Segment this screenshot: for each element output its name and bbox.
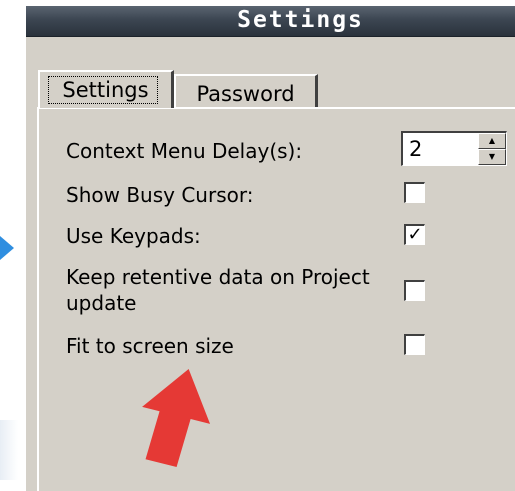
- context-menu-delay-label: Context Menu Delay(s):: [66, 139, 303, 163]
- keep-retentive-label-line2: update: [66, 291, 137, 315]
- context-menu-delay-value[interactable]: 2: [409, 137, 422, 161]
- show-busy-cursor-label: Show Busy Cursor:: [66, 183, 254, 207]
- red-arrow-shape: [142, 369, 210, 468]
- spin-up-icon[interactable]: ▲: [478, 133, 506, 149]
- keep-retentive-checkbox[interactable]: [404, 280, 425, 301]
- checkmark-icon: ✓: [407, 224, 423, 245]
- title-bar[interactable]: Settings: [26, 6, 515, 37]
- keep-retentive-label-line1: Keep retentive data on Project: [66, 265, 370, 289]
- use-keypads-checkbox[interactable]: ✓: [404, 224, 425, 245]
- spin-down-icon[interactable]: ▼: [478, 149, 506, 165]
- spin-buttons: ▲ ▼: [478, 133, 506, 165]
- context-menu-delay-spinner[interactable]: 2 ▲ ▼: [401, 131, 507, 166]
- fit-to-screen-label: Fit to screen size: [66, 334, 234, 358]
- red-arrow-icon: [142, 369, 210, 468]
- use-keypads-label: Use Keypads:: [66, 224, 201, 248]
- tab-settings-label: Settings: [62, 78, 149, 102]
- tab-password[interactable]: Password: [174, 74, 318, 107]
- fit-to-screen-checkbox[interactable]: [404, 334, 425, 355]
- window-title: Settings: [237, 7, 364, 33]
- settings-window: Settings Settings Password Context Menu …: [24, 6, 515, 491]
- tab-settings[interactable]: Settings: [38, 70, 174, 108]
- tab-password-label: Password: [196, 82, 295, 106]
- show-busy-cursor-checkbox[interactable]: [404, 182, 425, 203]
- blue-arrow-icon: [0, 236, 14, 260]
- background-fragment: [0, 420, 18, 480]
